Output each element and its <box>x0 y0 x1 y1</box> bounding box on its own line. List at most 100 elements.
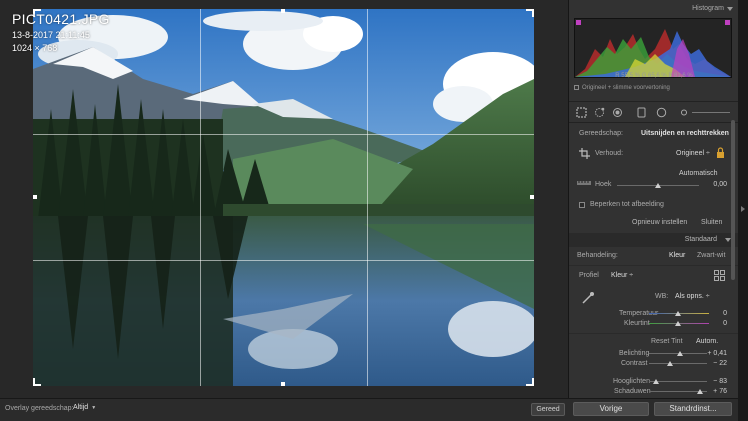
angle-slider[interactable] <box>617 183 699 188</box>
crop-handle-bottom[interactable] <box>281 382 285 386</box>
develop-panel: Histogram R 55,5 % G 65,6 % B 81,6 % Ori… <box>568 0 739 398</box>
crop-grid-line <box>33 134 534 135</box>
image-canvas[interactable]: PICT0421.JPG 13-8-2017 21:11:45 1024 × 7… <box>0 0 568 398</box>
close-button[interactable]: Sluiten <box>701 219 722 226</box>
chevron-down-icon: ▼ <box>91 405 97 411</box>
done-button[interactable]: Gereed <box>531 403 565 416</box>
tool-label: Gereedschap: <box>579 130 623 137</box>
shadows-value[interactable]: + 76 <box>705 388 727 395</box>
slider-knob[interactable] <box>677 351 683 356</box>
divider <box>569 265 739 266</box>
highlights-label: Hooglichten <box>613 378 650 385</box>
toolbar: Overlay gereedschap: Altijd ▼ Gereed <box>0 398 568 421</box>
crop-handle-bottom-left[interactable] <box>33 378 41 386</box>
aspect-select[interactable]: Origineel ÷ <box>676 150 710 157</box>
tint-label: Kleurtint <box>624 320 650 327</box>
slider-knob[interactable] <box>667 361 673 366</box>
defaults-button[interactable]: Standrdinst... <box>654 402 732 416</box>
tool-name: Uitsnijden en rechttrekken <box>641 130 729 137</box>
image-filename: PICT0421.JPG <box>12 11 110 27</box>
straighten-icon[interactable] <box>577 179 591 187</box>
adjustment-brush-icon[interactable] <box>680 107 691 118</box>
aspect-label: Verhoud: <box>595 150 624 157</box>
brush-size-slider[interactable] <box>692 112 730 113</box>
reset-button[interactable]: Opnieuw instellen <box>632 219 687 226</box>
divider <box>569 122 739 123</box>
photo-preview[interactable] <box>33 9 534 386</box>
overlay-label: Overlay gereedschap: <box>5 405 74 412</box>
crop-handle-top[interactable] <box>281 9 285 13</box>
original-preview-toggle[interactable]: Origineel + slimme voorvertoning <box>574 85 670 91</box>
shadows-slider[interactable] <box>649 389 707 394</box>
constrain-checkbox[interactable] <box>579 202 585 208</box>
temperature-value[interactable]: 0 <box>709 310 727 317</box>
collapse-icon <box>727 7 733 11</box>
exposure-value[interactable]: + 0,41 <box>705 350 727 357</box>
contrast-value[interactable]: − 22 <box>705 360 727 367</box>
eyedropper-icon[interactable] <box>581 291 595 305</box>
crop-overlay-icon[interactable] <box>576 107 587 118</box>
slider-knob[interactable] <box>675 311 681 316</box>
contrast-slider[interactable] <box>649 361 707 366</box>
histogram-values: R 55,5 % G 65,6 % B 81,6 % <box>615 73 693 79</box>
clipping-indicator-highlights[interactable] <box>725 20 730 25</box>
treatment-label: Behandeling: <box>577 252 618 259</box>
graduated-filter-icon[interactable] <box>636 107 647 118</box>
histogram-graph <box>574 18 732 78</box>
radial-filter-icon[interactable] <box>656 107 667 118</box>
constrain-label: Beperken tot afbeelding <box>590 201 664 208</box>
wb-select[interactable]: Als opns. ÷ <box>675 293 710 300</box>
crop-handle-right[interactable] <box>530 195 534 199</box>
highlights-slider[interactable] <box>649 379 707 384</box>
clipping-indicator-shadows[interactable] <box>576 20 581 25</box>
slider-knob[interactable] <box>653 379 659 384</box>
treatment-color-button[interactable]: Kleur <box>669 252 685 259</box>
angle-value[interactable]: 0,00 <box>705 181 727 188</box>
reset-tone-button[interactable]: Reset Tint <box>651 338 683 345</box>
previous-button[interactable]: Vorige <box>573 402 649 416</box>
auto-tone-button[interactable]: Autom. <box>696 338 718 345</box>
checkbox[interactable] <box>574 85 579 90</box>
auto-straighten-button[interactable]: Automatisch <box>679 170 718 177</box>
histogram-chart <box>575 20 731 77</box>
landscape-photo <box>33 9 534 386</box>
temperature-slider[interactable] <box>649 311 709 316</box>
crop-handle-top-right[interactable] <box>526 9 534 17</box>
crop-handle-left[interactable] <box>33 195 37 199</box>
spot-removal-icon[interactable] <box>594 107 605 118</box>
divider <box>569 333 739 334</box>
slider-knob[interactable] <box>697 389 703 394</box>
divider <box>569 101 739 102</box>
highlights-value[interactable]: − 83 <box>705 378 727 385</box>
tint-slider[interactable] <box>649 321 709 326</box>
basic-section-title: Standaard <box>684 236 717 243</box>
lock-icon[interactable] <box>716 147 725 158</box>
slider-knob[interactable] <box>655 183 661 188</box>
treatment-bw-button[interactable]: Zwart-wit <box>697 252 725 259</box>
profile-browser-icon[interactable] <box>714 270 725 281</box>
profile-select[interactable]: Kleur ÷ <box>611 272 633 279</box>
tint-value[interactable]: 0 <box>709 320 727 327</box>
red-eye-icon[interactable] <box>612 107 623 118</box>
crop-grid-line <box>200 9 201 386</box>
original-preview-label: Origineel + slimme voorvertoning <box>582 85 670 91</box>
slider-knob[interactable] <box>675 321 681 326</box>
overlay-select-value: Altijd <box>73 404 89 411</box>
exposure-slider[interactable] <box>649 351 707 356</box>
panel-edge[interactable] <box>738 0 748 421</box>
expand-panel-icon[interactable] <box>741 206 745 212</box>
crop-frame-icon[interactable] <box>579 148 590 159</box>
crop-handle-bottom-right[interactable] <box>526 378 534 386</box>
exposure-label: Belichting <box>619 350 650 357</box>
shadows-label: Schaduwen <box>614 388 651 395</box>
wb-label: WB: <box>655 293 669 300</box>
basic-section-header[interactable]: Standaard <box>569 233 739 247</box>
overlay-select[interactable]: Altijd ▼ <box>73 404 96 411</box>
contrast-label: Contrast <box>621 360 648 367</box>
panel-scrollbar[interactable] <box>731 120 735 280</box>
profile-label: Profiel <box>579 272 599 279</box>
crop-grid-line <box>33 260 534 261</box>
tool-strip <box>574 106 734 120</box>
histogram-header[interactable]: Histogram <box>569 2 738 16</box>
image-datetime: 13-8-2017 21:11:45 <box>12 30 90 40</box>
